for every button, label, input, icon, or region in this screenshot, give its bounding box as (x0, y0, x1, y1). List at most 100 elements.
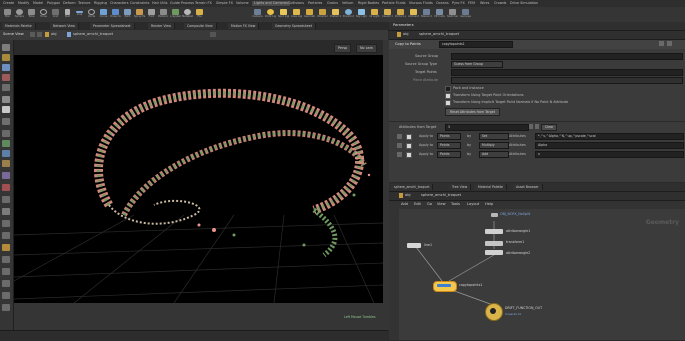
shelf-tab-create[interactable]: Create (3, 1, 14, 6)
back-arrow-icon[interactable] (30, 32, 35, 37)
menu-layout[interactable]: Layout (467, 202, 479, 206)
network-path-root[interactable]: obj (405, 193, 410, 197)
apply-to-menu[interactable]: Points (437, 133, 461, 140)
tool-metaball[interactable]: Metaball (182, 9, 193, 19)
tool-point-light[interactable]: Point Light (265, 9, 276, 19)
tool-grid[interactable]: Grid (50, 9, 61, 19)
tab-parameter-spreadsheet[interactable]: Parameter Spreadsheet (90, 23, 135, 29)
camera-menu[interactable]: No cam (356, 44, 377, 53)
tool-distant-light[interactable]: Distant Light (330, 9, 341, 19)
shrink-select-icon[interactable] (2, 280, 10, 287)
shelf-tab-particles[interactable]: Particles (308, 1, 322, 6)
tool-area-light[interactable]: Area Light (291, 9, 302, 19)
delete-row-icon[interactable] (397, 143, 402, 148)
select-breakpoints-icon[interactable] (2, 184, 10, 191)
network-canvas[interactable]: Geometry OBJ_NOFX_NoSplit attribwrangle1… (399, 209, 685, 340)
apply-to-menu[interactable]: Points (437, 151, 461, 158)
tool-gamepad-camera[interactable]: Gamepad Camera (460, 9, 471, 19)
scale-icon[interactable] (2, 74, 10, 81)
forward-arrow-icon[interactable] (37, 32, 42, 37)
operation-menu[interactable]: Multiply (479, 142, 509, 149)
tool-null[interactable]: Null (62, 9, 73, 19)
tool-camera[interactable]: Camera (252, 9, 263, 19)
params-path-node[interactable]: sphere_amchi_troquet (419, 32, 459, 36)
operation-menu[interactable]: Set (479, 133, 509, 140)
tab-material-palette[interactable]: Material Palette (475, 184, 508, 190)
tool-torus[interactable]: Torus (38, 9, 49, 19)
shelf-tab-guide-process[interactable]: Guide Process (170, 1, 194, 6)
tool-font[interactable]: Font (146, 9, 157, 19)
menu-go[interactable]: Go (427, 202, 432, 206)
invert-select-icon[interactable] (2, 292, 10, 299)
shelf-tab-lights-and-cameras[interactable]: Lights and Cameras (252, 1, 290, 6)
tab-composite-view[interactable]: Composite View (184, 23, 217, 29)
shelf-tab-hair-utils[interactable]: Hair Utils (152, 1, 168, 6)
menu-add[interactable]: Add (401, 202, 408, 206)
tool-gi-light[interactable]: GI Light (369, 9, 380, 19)
attributes-field[interactable]: *,^v,^Alpha,^N,^up,^pscale,^scal (535, 133, 684, 140)
shelf-tab-terrain-fx[interactable]: Terrain FX (195, 1, 212, 6)
keep-selection-icon[interactable] (2, 304, 10, 311)
view-icon[interactable] (2, 96, 10, 103)
shelf-tab-modify[interactable]: Modify (18, 1, 29, 6)
tab-render-view[interactable]: Render View (148, 23, 175, 29)
menu-tools[interactable]: Tools (451, 202, 460, 206)
select-whole-icon[interactable] (2, 196, 10, 203)
paint-select-icon[interactable] (2, 232, 10, 239)
tab-materials-palette[interactable]: Materials Palette (2, 23, 36, 29)
tab-motion-fx-view[interactable]: Motion FX View (228, 23, 260, 29)
tab-asset-browser[interactable]: Asset Browser (513, 184, 543, 190)
tool-portal-light[interactable]: Portal Light (395, 9, 406, 19)
attributes-field[interactable]: Alpha (535, 142, 684, 149)
menu-edit[interactable]: Edit (414, 202, 421, 206)
lasso-select-icon[interactable] (2, 220, 10, 227)
shelf-tab-characters[interactable]: Characters (110, 1, 129, 6)
tool-environment-light[interactable]: Environment Light (343, 9, 354, 19)
shelf-tab-rigid-bodies[interactable]: Rigid Bodies (358, 1, 379, 6)
node-name-field[interactable]: copytopoints1 (439, 41, 513, 48)
shelf-tab-model[interactable]: Model (33, 1, 43, 6)
tool-curve[interactable]: Curve (98, 9, 109, 19)
attributes-count-field[interactable]: 3 (445, 124, 529, 131)
help-icon[interactable] (667, 41, 672, 46)
handle-icon[interactable] (2, 106, 10, 113)
rotate-icon[interactable] (2, 64, 10, 71)
snap-icon[interactable] (2, 118, 10, 125)
tool-sphere[interactable]: Sphere (14, 9, 25, 19)
select-icon[interactable] (2, 44, 10, 51)
shelf-tab-texture[interactable]: Texture (78, 1, 90, 6)
attributes-field[interactable]: v (535, 151, 684, 158)
viewport-path-node[interactable]: sphere_amchi_troquet (73, 32, 113, 36)
tool-geometry-light[interactable]: Geometry Light (304, 9, 315, 19)
remove-multiparm-icon[interactable] (535, 124, 539, 129)
shelf-tab-oceans[interactable]: Oceans (436, 1, 449, 6)
shelf-tab-particle-fluids[interactable]: Particle Fluids (382, 1, 406, 6)
menu-help[interactable]: Help (485, 202, 493, 206)
shelf-tab-crowds[interactable]: Crowds (494, 1, 506, 6)
tool-vr-camera[interactable]: VR Camera (434, 9, 445, 19)
tool-platonic-solids[interactable]: Platonic Solids (158, 9, 169, 19)
enable-checkbox[interactable] (406, 143, 412, 149)
shelf-tab-grains[interactable]: Grains (327, 1, 338, 6)
select-points-icon[interactable] (2, 140, 10, 147)
shelf-tab-polygon[interactable]: Polygon (47, 1, 60, 6)
params-path-root[interactable]: obj (403, 32, 408, 36)
tool-switcher[interactable]: Switcher (447, 9, 458, 19)
gear-icon[interactable] (659, 41, 664, 46)
shelf-tab-rigging[interactable]: Rigging (94, 1, 107, 6)
transform-normals-checkbox[interactable] (445, 100, 451, 106)
delete-row-icon[interactable] (397, 134, 402, 139)
source-group-type-menu[interactable]: Guess from Group (451, 61, 503, 68)
viewport-path-root[interactable]: obj (51, 32, 56, 36)
source-group-field[interactable] (451, 53, 683, 60)
tool-tube[interactable]: Tube (26, 9, 37, 19)
add-multiparm-icon[interactable] (529, 124, 533, 129)
tool-spray-paint[interactable]: Spray Paint (134, 9, 145, 19)
tab-tree-view[interactable]: Tree View (449, 184, 472, 190)
tool-volume-light[interactable]: Volume Light (317, 9, 328, 19)
secure-selection-icon[interactable] (2, 130, 10, 137)
shelf-tab-drive-simulation[interactable]: Drive Simulation (510, 1, 538, 6)
tool-l-system[interactable]: L-System (170, 9, 181, 19)
connected-select-icon[interactable] (2, 256, 10, 263)
visible-only-icon[interactable] (2, 244, 10, 251)
